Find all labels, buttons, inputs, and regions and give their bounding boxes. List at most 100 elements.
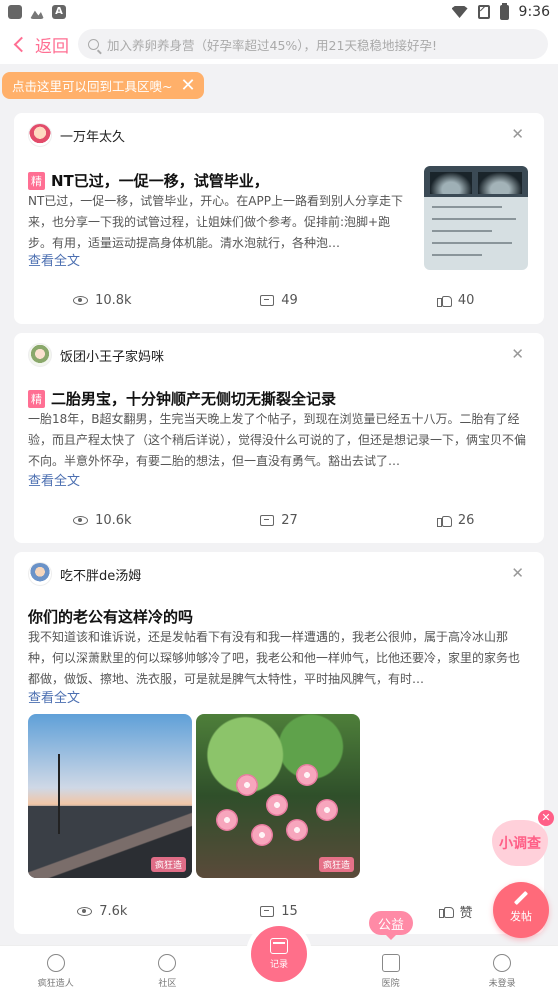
post-excerpt[interactable]: 我不知道该和谁诉说，还是发帖看下有没有和我一样遭遇的，我老公很帅，属于高冷冰山那… <box>28 627 528 690</box>
tab-label: 医院 <box>381 979 400 989</box>
wifi-icon <box>451 6 468 18</box>
flower <box>316 799 338 821</box>
post-photo[interactable]: 疯狂造 <box>28 714 192 878</box>
search-placeholder: 加入养卵养身营（好孕率超过45%），用21天稳稳地接好孕! <box>107 37 437 53</box>
close-icon[interactable]: ✕ <box>511 345 524 363</box>
search-input[interactable]: 加入养卵养身营（好孕率超过45%），用21天稳稳地接好孕! <box>78 29 548 59</box>
back-button[interactable]: 返回 <box>10 32 72 57</box>
featured-badge: 精 <box>28 389 45 408</box>
read-more-link[interactable]: 查看全文 <box>28 470 80 489</box>
thumbs-up-icon <box>436 294 452 307</box>
author-name: 一万年太久 <box>60 129 126 145</box>
eye-icon <box>77 907 93 916</box>
post-stats: 10.8k 49 40 <box>14 293 544 308</box>
avatar[interactable] <box>28 562 52 586</box>
post-title-text: 二胎男宝，十分钟顺产无侧切无撕裂全记录 <box>51 390 337 408</box>
tab-label: 社区 <box>158 979 177 989</box>
read-more-link[interactable]: 查看全文 <box>28 687 80 706</box>
likes-label: 赞 <box>459 906 473 921</box>
avatar[interactable] <box>28 343 52 367</box>
community-icon <box>158 954 177 972</box>
record-button[interactable]: 记录 <box>250 926 307 982</box>
notification-icon <box>8 5 22 19</box>
post-excerpt[interactable]: NT已过，一促一移，试管毕业，开心。在APP上一路看到别人分享走下来，也分享一下… <box>28 191 408 254</box>
views-stat: 10.8k <box>14 293 191 308</box>
comments-stat[interactable]: 49 <box>191 293 368 308</box>
close-icon[interactable]: ✕ <box>511 125 524 143</box>
post-author[interactable]: 一万年太久 <box>28 123 125 147</box>
comments-stat[interactable]: 15 <box>191 902 368 921</box>
photo-watermark: 疯狂造 <box>150 857 186 872</box>
post-title-text: 你们的老公有这样冷的吗 <box>28 608 194 626</box>
pen-icon <box>513 890 529 906</box>
charity-bubble[interactable]: 公益 <box>369 911 414 940</box>
calendar-icon <box>269 938 288 954</box>
post-author[interactable]: 吃不胖de汤姆 <box>28 562 141 586</box>
a-icon: A <box>52 5 66 19</box>
featured-badge: 精 <box>28 171 45 190</box>
comments-stat[interactable]: 27 <box>191 513 368 528</box>
tab-label: 未登录 <box>488 979 516 989</box>
photo-lamp-pole <box>58 754 60 834</box>
tab-community[interactable]: 社区 <box>112 946 224 993</box>
tab-hospital[interactable]: 医院 <box>335 946 447 993</box>
new-post-button[interactable]: 发帖 <box>493 882 549 938</box>
text-line <box>432 242 512 244</box>
tab-profile[interactable]: 未登录 <box>446 946 558 993</box>
author-name: 饭团小王子家妈咪 <box>60 349 165 365</box>
ultrasound-image <box>478 172 522 194</box>
likes-count: 40 <box>457 293 475 308</box>
text-line <box>432 218 516 220</box>
views-count: 10.6k <box>95 513 132 528</box>
flower <box>296 764 318 786</box>
search-icon <box>88 38 99 50</box>
comment-icon <box>260 906 275 917</box>
likes-count: 26 <box>457 513 475 528</box>
tab-label: 疯狂造人 <box>37 979 74 989</box>
post-title[interactable]: 精 NT已过，一促一移，试管毕业， <box>28 170 269 191</box>
close-icon[interactable]: ✕ <box>180 76 195 95</box>
post-card[interactable]: 一万年太久 ✕ 精 NT已过，一促一移，试管毕业， NT已过，一促一移，试管毕业… <box>14 113 544 324</box>
read-more-link[interactable]: 查看全文 <box>28 250 80 269</box>
battery-icon <box>499 2 509 20</box>
image-icon <box>30 10 44 19</box>
like-button[interactable]: 26 <box>367 513 544 528</box>
views-stat: 10.6k <box>14 513 191 528</box>
photo-watermark: 疯狂造 <box>318 857 354 872</box>
thumbs-up-icon <box>436 514 452 527</box>
post-stats: 7.6k 15 赞 <box>14 902 544 921</box>
compass-icon <box>46 954 65 972</box>
chevron-left-icon <box>13 36 30 52</box>
post-title[interactable]: 精 二胎男宝，十分钟顺产无侧切无撕裂全记录 <box>28 388 336 409</box>
thumbs-up-icon <box>438 905 454 918</box>
eye-icon <box>73 516 89 525</box>
eye-icon <box>73 296 89 305</box>
avatar[interactable] <box>28 123 52 147</box>
like-button[interactable]: 40 <box>367 293 544 308</box>
post-thumbnail[interactable] <box>424 166 528 270</box>
comment-icon <box>260 515 275 526</box>
tooltip-text: 点击这里可以回到工具区噢~ <box>12 79 173 94</box>
post-author[interactable]: 饭团小王子家妈咪 <box>28 343 164 367</box>
ultrasound-image <box>430 172 472 194</box>
flower <box>236 774 258 796</box>
views-count: 10.8k <box>95 293 132 308</box>
flower <box>251 824 273 846</box>
views-count: 7.6k <box>99 904 128 919</box>
author-name: 吃不胖de汤姆 <box>60 568 142 584</box>
flower <box>286 819 308 841</box>
new-post-label: 发帖 <box>510 910 532 923</box>
tab-home[interactable]: 疯狂造人 <box>0 946 112 993</box>
views-stat: 7.6k <box>14 902 191 921</box>
post-photo[interactable]: 疯狂造 <box>196 714 360 878</box>
post-excerpt[interactable]: 一胎18年，B超女翻男，生完当天晚上发了个帖子，到现在浏览量已经五十八万。二胎有… <box>28 409 528 472</box>
close-survey-icon[interactable]: ✕ <box>538 810 554 826</box>
post-title[interactable]: 你们的老公有这样冷的吗 <box>28 606 193 627</box>
post-card[interactable]: 吃不胖de汤姆 ✕ 你们的老公有这样冷的吗 我不知道该和谁诉说，还是发帖看下有没… <box>14 552 544 934</box>
tab-record[interactable]: 记录 <box>223 926 335 993</box>
close-icon[interactable]: ✕ <box>511 564 524 582</box>
tools-tooltip[interactable]: 点击这里可以回到工具区噢~ ✕ <box>2 72 204 99</box>
post-card[interactable]: 饭团小王子家妈咪 ✕ 精 二胎男宝，十分钟顺产无侧切无撕裂全记录 一胎18年，B… <box>14 333 544 543</box>
survey-button[interactable]: 小调查 <box>492 820 548 868</box>
post-stats: 10.6k 27 26 <box>14 513 544 528</box>
